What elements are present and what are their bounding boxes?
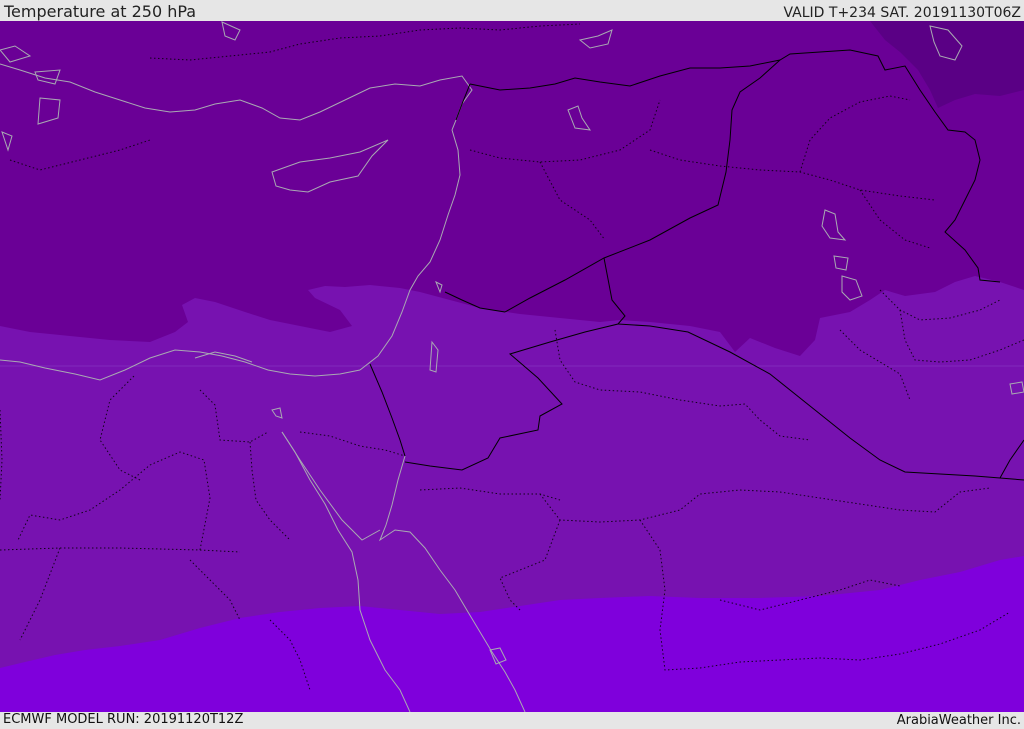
footer-bar: ECMWF MODEL RUN: 20191120T12Z ArabiaWeat… [0, 712, 1024, 729]
valid-time: VALID T+234 SAT. 20191130T06Z [783, 5, 1021, 21]
credit-text: ArabiaWeather Inc. [896, 713, 1021, 728]
map-title: Temperature at 250 hPa [4, 2, 197, 21]
header-bar: Temperature at 250 hPa VALID T+234 SAT. … [0, 0, 1024, 21]
model-run: ECMWF MODEL RUN: 20191120T12Z [3, 712, 244, 727]
temperature-map [0, 21, 1024, 712]
